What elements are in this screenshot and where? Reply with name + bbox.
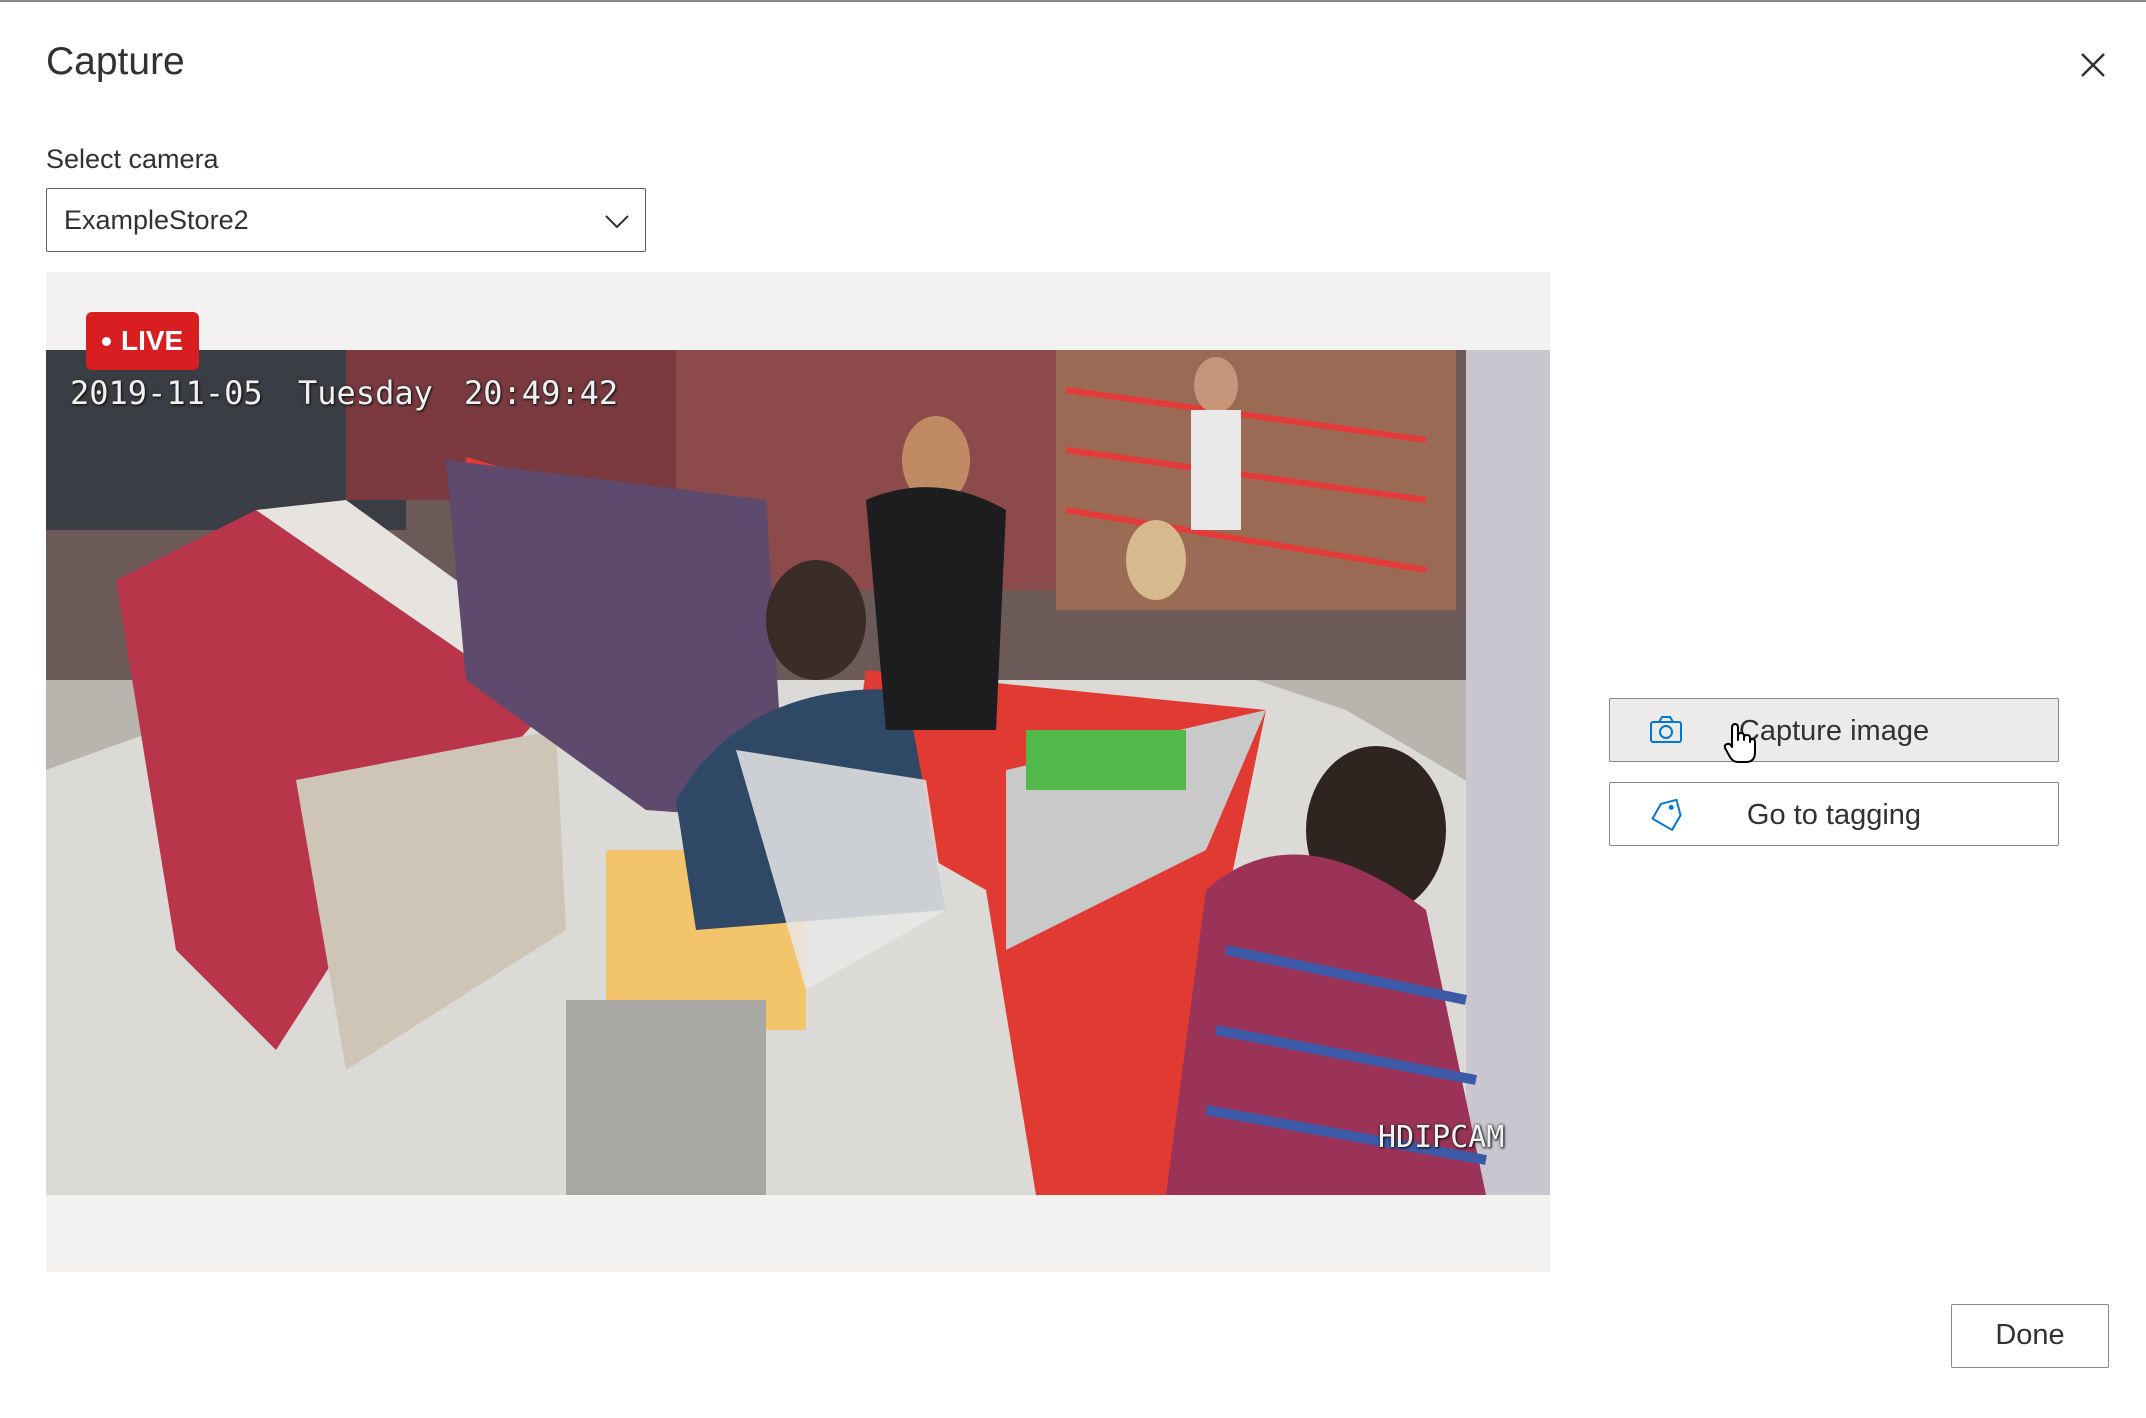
dialog-title: Capture	[46, 40, 185, 83]
top-border	[0, 0, 2146, 2]
camera-dropdown-value: ExampleStore2	[64, 205, 249, 235]
select-camera-label: Select camera	[46, 144, 219, 174]
capture-image-label: Capture image	[1738, 715, 1930, 747]
store-scene	[46, 350, 1550, 1195]
feed-date-overlay: 2019-11-05	[70, 374, 263, 412]
camera-feed-image: 2019-11-05 Tuesday 20:49:42 HDIPCAM	[46, 350, 1550, 1195]
feed-watermark: HDIPCAM	[1378, 1120, 1505, 1155]
chevron-down-icon	[605, 215, 629, 229]
camera-feed-panel: LIVE 2019-11-05 Tuesday 20:49:42 HDIPCAM	[46, 272, 1550, 1272]
done-button[interactable]: Done	[1951, 1304, 2109, 1368]
feed-time-overlay: 20:49:42	[464, 374, 619, 412]
hand-pointer-icon	[1723, 723, 1756, 763]
go-to-tagging-label: Go to tagging	[1746, 799, 1922, 831]
capture-image-button[interactable]: Capture image	[1609, 698, 2059, 762]
camera-dropdown[interactable]: ExampleStore2	[46, 188, 646, 252]
live-dot-icon	[102, 336, 111, 346]
live-label: LIVE	[121, 325, 184, 356]
go-to-tagging-button[interactable]: Go to tagging	[1609, 782, 2059, 846]
done-label: Done	[1995, 1319, 2065, 1351]
feed-day-overlay: Tuesday	[298, 374, 433, 412]
live-badge: LIVE	[86, 312, 200, 370]
close-icon[interactable]	[2072, 44, 2114, 86]
